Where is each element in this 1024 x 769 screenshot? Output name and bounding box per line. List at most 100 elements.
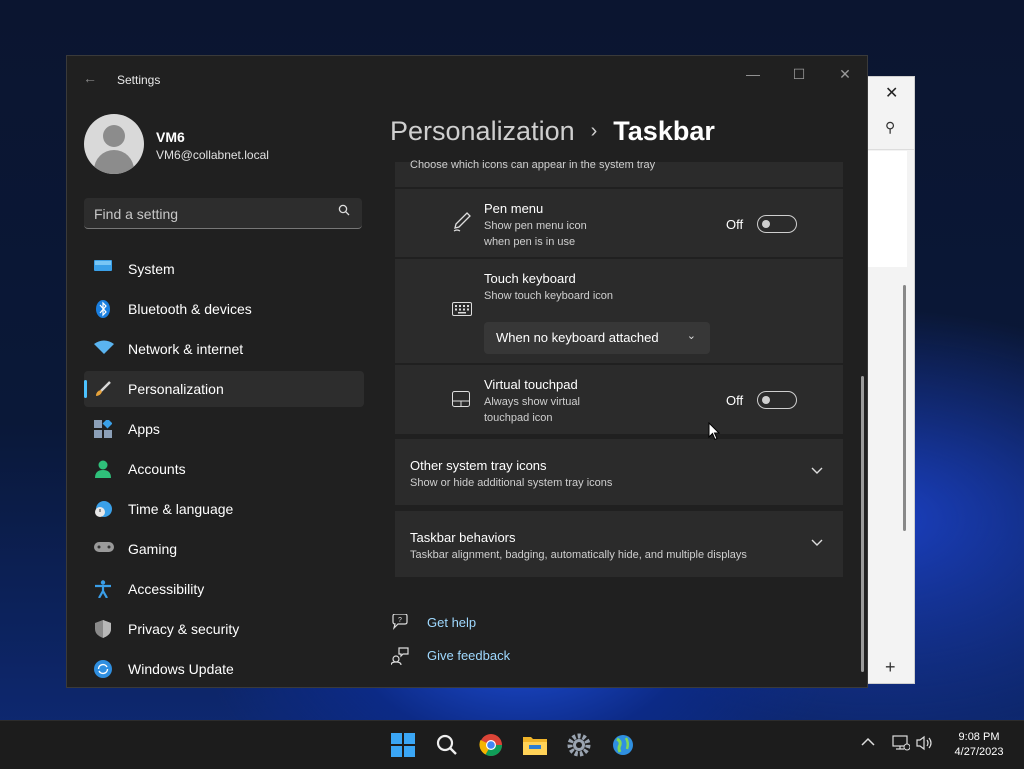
keyboard-icon bbox=[452, 302, 472, 321]
bluetooth-icon bbox=[94, 300, 112, 318]
background-scrollbar[interactable] bbox=[903, 285, 906, 531]
chevron-down-icon[interactable] bbox=[811, 536, 823, 550]
feedback-icon bbox=[390, 647, 411, 668]
search-placeholder: Find a setting bbox=[94, 206, 179, 222]
system-icon bbox=[94, 260, 112, 278]
touchpad-icon bbox=[452, 391, 470, 412]
sidebar-item-label: Privacy & security bbox=[128, 621, 240, 637]
update-icon bbox=[94, 660, 112, 678]
touch-keyboard-title: Touch keyboard bbox=[484, 271, 576, 286]
page-title: Taskbar bbox=[613, 116, 715, 146]
search-icon[interactable] bbox=[431, 729, 463, 761]
gamepad-icon bbox=[94, 540, 114, 558]
other-tray-icons-description: Show or hide additional system tray icon… bbox=[410, 477, 613, 489]
sidebar-item-accessibility[interactable]: Accessibility bbox=[84, 571, 364, 607]
pen-menu-description: Show pen menu icon when pen is in use bbox=[484, 220, 587, 248]
sidebar-item-privacy-security[interactable]: Privacy & security bbox=[84, 611, 364, 647]
clock-globe-icon bbox=[94, 500, 112, 518]
sidebar-item-apps[interactable]: Apps bbox=[84, 411, 364, 447]
sidebar-item-label: Bluetooth & devices bbox=[128, 301, 252, 317]
user-name: VM6 bbox=[156, 129, 185, 145]
clock-time: 9:08 PM bbox=[958, 731, 1000, 743]
chevron-down-icon[interactable] bbox=[811, 464, 823, 478]
background-window: ✕ ⚲ + bbox=[860, 76, 915, 684]
sidebar-item-label: Apps bbox=[128, 421, 160, 437]
taskbar-behaviors-description: Taskbar alignment, badging, automaticall… bbox=[410, 549, 747, 561]
sidebar-item-network[interactable]: Network & internet bbox=[84, 331, 364, 367]
virtual-touchpad-row: Virtual touchpad Always show virtual tou… bbox=[395, 365, 843, 434]
title-bar: ← Settings — ☐ ✕ bbox=[67, 56, 867, 104]
user-email: VM6@collabnet.local bbox=[156, 148, 269, 162]
pen-icon bbox=[452, 211, 472, 238]
virtual-touchpad-description: Always show virtual touchpad icon bbox=[484, 396, 580, 424]
avatar-body bbox=[94, 150, 134, 174]
sidebar-item-label: Accounts bbox=[128, 461, 186, 477]
sidebar-item-label: Time & language bbox=[128, 501, 234, 517]
volume-icon[interactable] bbox=[916, 735, 934, 754]
virtual-touchpad-title: Virtual touchpad bbox=[484, 377, 578, 392]
content-scrollbar[interactable] bbox=[861, 376, 864, 672]
sidebar-item-label: System bbox=[128, 261, 175, 277]
sidebar-item-personalization[interactable]: Personalization bbox=[84, 371, 364, 407]
sidebar-item-label: Network & internet bbox=[128, 341, 244, 357]
pen-menu-row: Pen menu Show pen menu icon when pen is … bbox=[395, 189, 843, 257]
sidebar-item-label: Windows Update bbox=[128, 661, 234, 677]
system-tray-description: Choose which icons can appear in the sys… bbox=[410, 159, 656, 171]
chrome-icon[interactable] bbox=[475, 729, 507, 761]
touch-keyboard-row: Touch keyboard Show touch keyboard icon … bbox=[395, 259, 843, 363]
virtual-touchpad-toggle[interactable] bbox=[757, 391, 797, 409]
minimize-button[interactable]: — bbox=[733, 66, 773, 86]
give-feedback-label: Give feedback bbox=[427, 648, 511, 663]
settings-icon[interactable] bbox=[563, 729, 595, 761]
system-tray-section-header: Choose which icons can appear in the sys… bbox=[395, 159, 843, 187]
touch-keyboard-description: Show touch keyboard icon bbox=[484, 290, 614, 302]
background-close-icon[interactable]: ✕ bbox=[885, 83, 898, 103]
taskbar: 9:08 PM 4/27/2023 bbox=[0, 720, 1024, 769]
sidebar-item-label: Accessibility bbox=[128, 581, 205, 597]
sidebar-item-gaming[interactable]: Gaming bbox=[84, 531, 364, 567]
search-input[interactable]: Find a setting bbox=[84, 198, 362, 229]
breadcrumb-chevron-icon: › bbox=[590, 120, 598, 142]
apps-icon bbox=[94, 418, 113, 438]
accessibility-icon bbox=[94, 580, 112, 599]
taskbar-behaviors-expander[interactable]: Taskbar behaviors Taskbar alignment, bad… bbox=[395, 511, 843, 577]
dropdown-selected-value: When no keyboard attached bbox=[496, 330, 659, 345]
sidebar-item-label: Personalization bbox=[128, 381, 224, 397]
chevron-up-icon[interactable] bbox=[861, 735, 875, 750]
settings-window: ← Settings — ☐ ✕ VM6 VM6@collabnet.local… bbox=[66, 55, 868, 688]
pen-menu-toggle[interactable] bbox=[757, 215, 797, 233]
pen-menu-title: Pen menu bbox=[484, 201, 544, 216]
chevron-down-icon: ⌄ bbox=[686, 330, 696, 342]
sidebar-item-windows-update[interactable]: Windows Update bbox=[84, 651, 364, 687]
maximize-button[interactable]: ☐ bbox=[779, 66, 819, 86]
accounts-icon bbox=[94, 460, 112, 478]
background-add-icon[interactable]: + bbox=[885, 657, 896, 678]
start-icon[interactable] bbox=[387, 729, 419, 761]
system-clock[interactable]: 9:08 PM 4/27/2023 bbox=[944, 730, 1014, 760]
other-tray-icons-expander[interactable]: Other system tray icons Show or hide add… bbox=[395, 439, 843, 505]
brush-icon bbox=[94, 380, 112, 398]
get-help-label: Get help bbox=[427, 615, 477, 630]
taskbar-behaviors-title: Taskbar behaviors bbox=[410, 530, 516, 545]
sidebar-item-time-language[interactable]: Time & language bbox=[84, 491, 364, 527]
help-icon: ? bbox=[391, 613, 411, 633]
network-status-icon[interactable] bbox=[892, 735, 911, 754]
sidebar-item-accounts[interactable]: Accounts bbox=[84, 451, 364, 487]
close-button[interactable]: ✕ bbox=[825, 66, 865, 86]
back-arrow-icon[interactable]: ← bbox=[83, 70, 97, 86]
sidebar-item-bluetooth[interactable]: Bluetooth & devices bbox=[84, 291, 364, 327]
sidebar-nav: System Bluetooth & devices Network & int… bbox=[84, 251, 364, 691]
window-title: Settings bbox=[117, 73, 161, 87]
avatar[interactable] bbox=[84, 114, 144, 174]
background-app-icon[interactable]: ⚲ bbox=[885, 119, 895, 136]
sidebar-item-system[interactable]: System bbox=[84, 251, 364, 287]
search-icon[interactable] bbox=[338, 204, 350, 219]
breadcrumb: Personalization › Taskbar bbox=[390, 116, 715, 147]
file-explorer-icon[interactable] bbox=[519, 729, 551, 761]
globe-app-icon[interactable] bbox=[607, 729, 639, 761]
touch-keyboard-dropdown[interactable]: When no keyboard attached ⌄ bbox=[484, 322, 710, 354]
breadcrumb-parent[interactable]: Personalization bbox=[390, 116, 575, 146]
other-tray-icons-title: Other system tray icons bbox=[410, 458, 547, 473]
clock-date: 4/27/2023 bbox=[954, 746, 1004, 758]
wifi-icon bbox=[94, 340, 114, 358]
